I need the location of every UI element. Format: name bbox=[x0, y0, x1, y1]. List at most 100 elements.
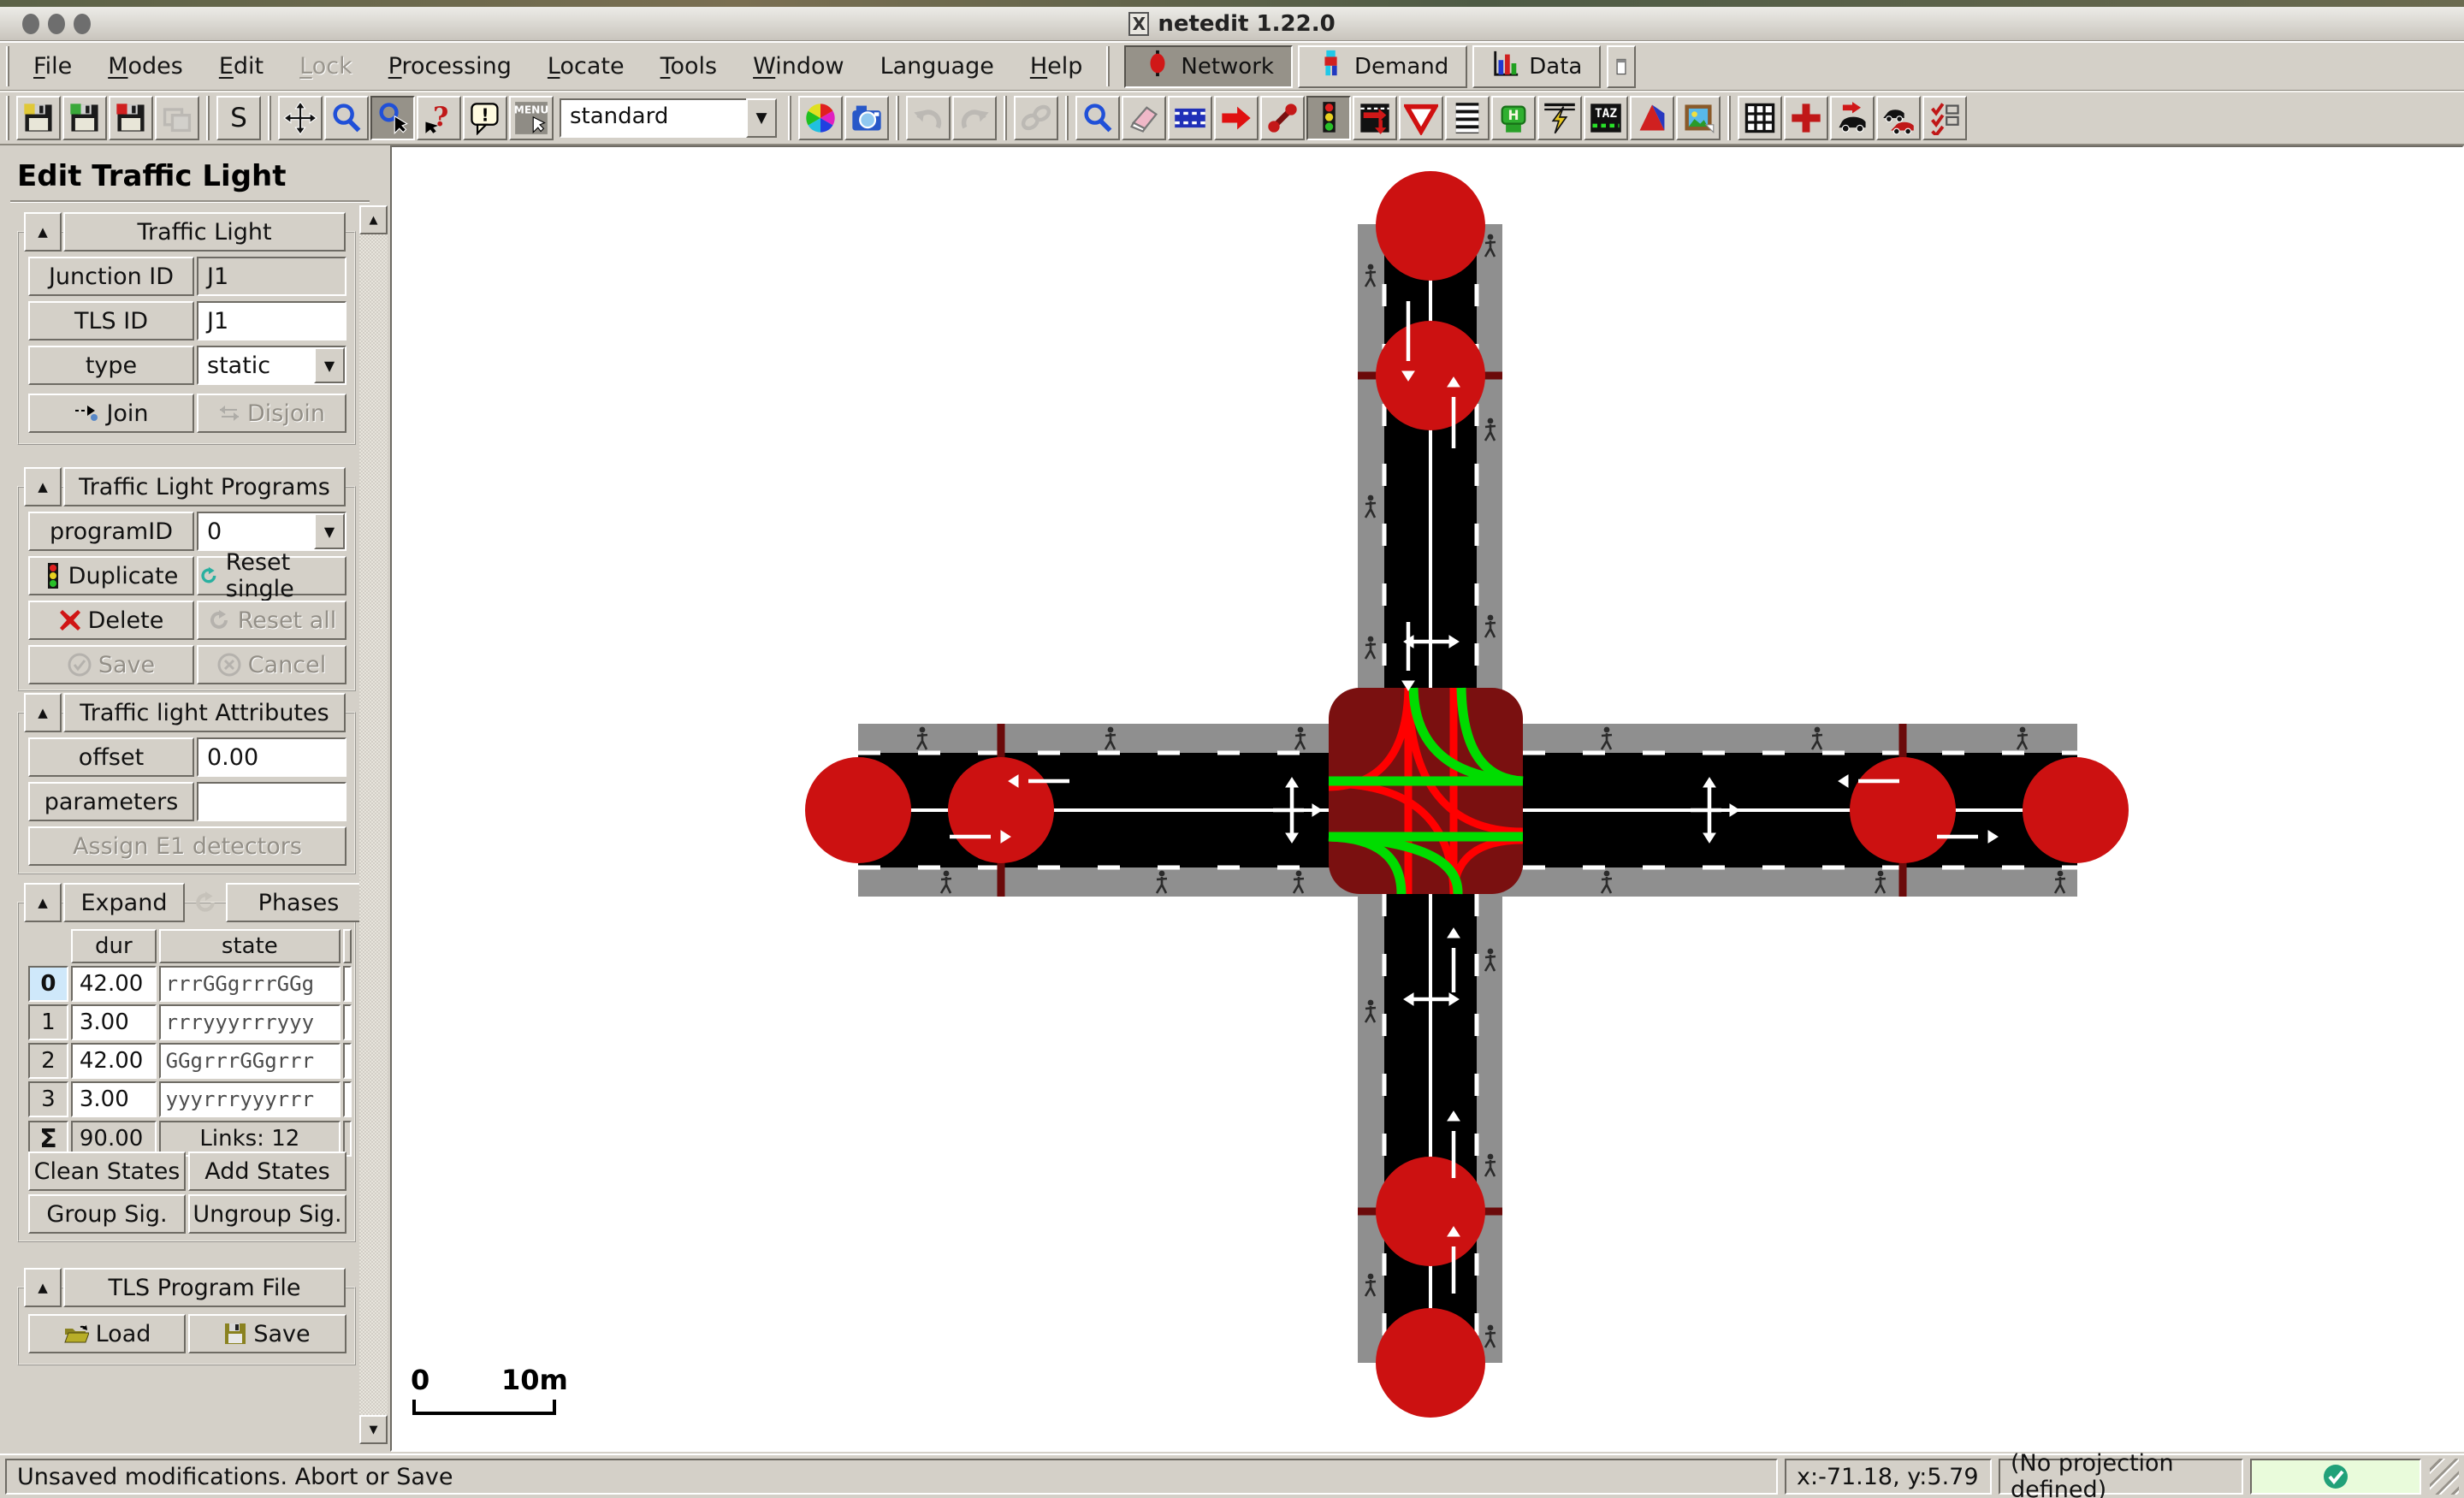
ungroup-signals-button[interactable]: Ungroup Sig. bbox=[188, 1194, 346, 1234]
junction-bubble-south-inner[interactable] bbox=[1376, 1157, 1485, 1266]
menu-processing[interactable]: Processing bbox=[370, 43, 530, 90]
phase-row-0[interactable]: 042.00rrrGGgrrrGGg bbox=[28, 966, 352, 1002]
type-combo-arrow-icon[interactable]: ▼ bbox=[314, 347, 345, 383]
scroll-up-icon[interactable]: ▲ bbox=[359, 205, 388, 234]
join-button[interactable]: Join bbox=[28, 394, 194, 433]
junction-bubble-north-outer[interactable] bbox=[1376, 171, 1485, 281]
phase-state[interactable]: GGgrrrGGgrrr bbox=[159, 1043, 341, 1079]
expand-phases-button[interactable]: Expand bbox=[63, 883, 185, 922]
phase-extra[interactable] bbox=[343, 1043, 352, 1079]
junction-bubble-west-outer[interactable] bbox=[805, 757, 911, 863]
phase-index[interactable]: 3 bbox=[28, 1081, 68, 1117]
supermode-drag-handle[interactable] bbox=[1102, 46, 1114, 86]
taz-mode-button[interactable]: TAZ bbox=[1584, 96, 1628, 140]
group-signals-button[interactable]: Group Sig. bbox=[28, 1194, 186, 1234]
delete-program-button[interactable]: Delete bbox=[28, 601, 194, 640]
menu-locate[interactable]: Locate bbox=[530, 43, 643, 90]
tls-id-field[interactable]: J1 bbox=[197, 301, 346, 340]
tls-file-group-title[interactable]: TLS Program File bbox=[63, 1268, 346, 1307]
create-edge-mode-button[interactable] bbox=[1260, 96, 1305, 140]
toggle-grid-button[interactable] bbox=[1738, 96, 1782, 140]
wire-mode-button[interactable] bbox=[1537, 96, 1582, 140]
move-mode-button[interactable] bbox=[1214, 96, 1259, 140]
supermode-demand-button[interactable]: Demand bbox=[1298, 45, 1467, 88]
junction-bubble-west-inner[interactable] bbox=[948, 757, 1054, 863]
delete-mode-button[interactable] bbox=[1122, 96, 1166, 140]
toggle-junction-shape-button[interactable] bbox=[1784, 96, 1828, 140]
save-program-button[interactable]: Save bbox=[28, 645, 194, 684]
window-grouping-button[interactable] bbox=[1607, 45, 1636, 88]
programs-group-title[interactable]: Traffic Light Programs bbox=[63, 467, 346, 506]
panel-scrollbar[interactable]: ▲ ▼ bbox=[359, 205, 388, 1444]
phase-state[interactable]: rrrGGgrrrGGg bbox=[159, 966, 341, 1002]
collapse-programs-button[interactable]: ▲ bbox=[24, 467, 62, 506]
collapse-attributes-button[interactable]: ▲ bbox=[24, 693, 62, 732]
s-button[interactable]: S bbox=[216, 96, 261, 140]
zoom-button[interactable] bbox=[324, 96, 369, 140]
poi-mode-button[interactable] bbox=[1676, 96, 1721, 140]
toolbar-modes-drag-handle[interactable] bbox=[1061, 96, 1073, 140]
traffic-light-group-title[interactable]: Traffic Light bbox=[63, 212, 346, 252]
junction-bubble-north-inner[interactable] bbox=[1376, 321, 1485, 430]
phase-state[interactable]: rrryyyrrryyy bbox=[159, 1004, 341, 1040]
resize-grip[interactable] bbox=[2430, 1459, 2459, 1495]
toolbar-chain-drag-handle[interactable] bbox=[999, 96, 1011, 140]
reset-all-button[interactable]: Reset all bbox=[197, 601, 346, 640]
save-network-button[interactable] bbox=[16, 96, 61, 140]
undo-button[interactable] bbox=[906, 96, 951, 140]
menu-window[interactable]: Window bbox=[735, 43, 862, 90]
col-state-header[interactable]: state bbox=[159, 929, 341, 963]
shape-mode-button[interactable] bbox=[1630, 96, 1674, 140]
scroll-down-icon[interactable]: ▼ bbox=[359, 1415, 388, 1444]
clean-states-button[interactable]: Clean States bbox=[28, 1152, 186, 1191]
inspect-mode-button[interactable] bbox=[1075, 96, 1120, 140]
phase-row-2[interactable]: 242.00GGgrrrGGgrrr bbox=[28, 1043, 352, 1079]
reset-phases-icon[interactable] bbox=[187, 883, 224, 922]
supermode-data-button[interactable]: Data bbox=[1472, 45, 1601, 88]
menu-modes[interactable]: Modes bbox=[90, 43, 201, 90]
phase-duration[interactable]: 42.00 bbox=[71, 1043, 157, 1079]
toolbar-toggles-drag-handle[interactable] bbox=[1723, 96, 1735, 140]
program-id-combo-arrow-icon[interactable]: ▼ bbox=[314, 513, 345, 549]
phase-duration[interactable]: 3.00 bbox=[71, 1081, 157, 1117]
phase-duration[interactable]: 42.00 bbox=[71, 966, 157, 1002]
menu-language[interactable]: Language bbox=[862, 43, 1012, 90]
phase-state[interactable]: yyyrrryyyrrr bbox=[159, 1081, 341, 1117]
phase-index[interactable]: 2 bbox=[28, 1043, 68, 1079]
phases-group-title[interactable]: Phases bbox=[226, 883, 371, 922]
menu-hamburger-button[interactable]: MENU bbox=[509, 96, 554, 140]
compute-chain-button[interactable] bbox=[1014, 96, 1058, 140]
connection-mode-button[interactable] bbox=[1353, 96, 1397, 140]
type-combo[interactable]: static ▼ bbox=[197, 346, 346, 385]
reset-single-button[interactable]: Reset single bbox=[197, 556, 346, 595]
messages-button[interactable]: ! bbox=[463, 96, 507, 140]
collapse-phases-button[interactable]: ▲ bbox=[24, 883, 62, 922]
save-additionals-button[interactable] bbox=[62, 96, 107, 140]
menu-lock[interactable]: Lock bbox=[281, 43, 370, 90]
phase-index[interactable]: 1 bbox=[28, 1004, 68, 1040]
titlebar[interactable]: X netedit 1.22.0 bbox=[0, 7, 2464, 41]
junction-bubble-east-outer[interactable] bbox=[2023, 757, 2129, 863]
view-scheme-combo[interactable]: standard▼ bbox=[560, 98, 777, 138]
view-scheme-arrow-icon[interactable]: ▼ bbox=[746, 98, 777, 138]
toggle-edge-direction-button[interactable] bbox=[1830, 96, 1875, 140]
menu-help[interactable]: Help bbox=[1012, 43, 1101, 90]
network-view[interactable]: 0 10m bbox=[392, 147, 2462, 1450]
zoom-cursor-button[interactable] bbox=[370, 96, 415, 140]
load-program-button[interactable]: Load bbox=[28, 1314, 186, 1353]
cancel-program-button[interactable]: Cancel bbox=[197, 645, 346, 684]
toolbar-file-drag-handle[interactable] bbox=[2, 96, 14, 140]
open-sumo-gui-button[interactable] bbox=[155, 96, 199, 140]
additional-mode-button[interactable]: H bbox=[1491, 96, 1536, 140]
color-wheel-button[interactable] bbox=[798, 96, 843, 140]
help-pointer-button[interactable]: ? bbox=[417, 96, 461, 140]
add-states-button[interactable]: Add States bbox=[188, 1152, 346, 1191]
attributes-group-title[interactable]: Traffic light Attributes bbox=[63, 693, 346, 732]
phase-extra[interactable] bbox=[343, 1081, 352, 1117]
supermode-network-button[interactable]: Network bbox=[1124, 45, 1293, 88]
toggle-vehicles-button[interactable] bbox=[1876, 96, 1921, 140]
phase-extra[interactable] bbox=[343, 966, 352, 1002]
phase-duration[interactable]: 3.00 bbox=[71, 1004, 157, 1040]
menubar-drag-handle[interactable] bbox=[2, 46, 14, 86]
phase-index[interactable]: 0 bbox=[28, 966, 68, 1002]
